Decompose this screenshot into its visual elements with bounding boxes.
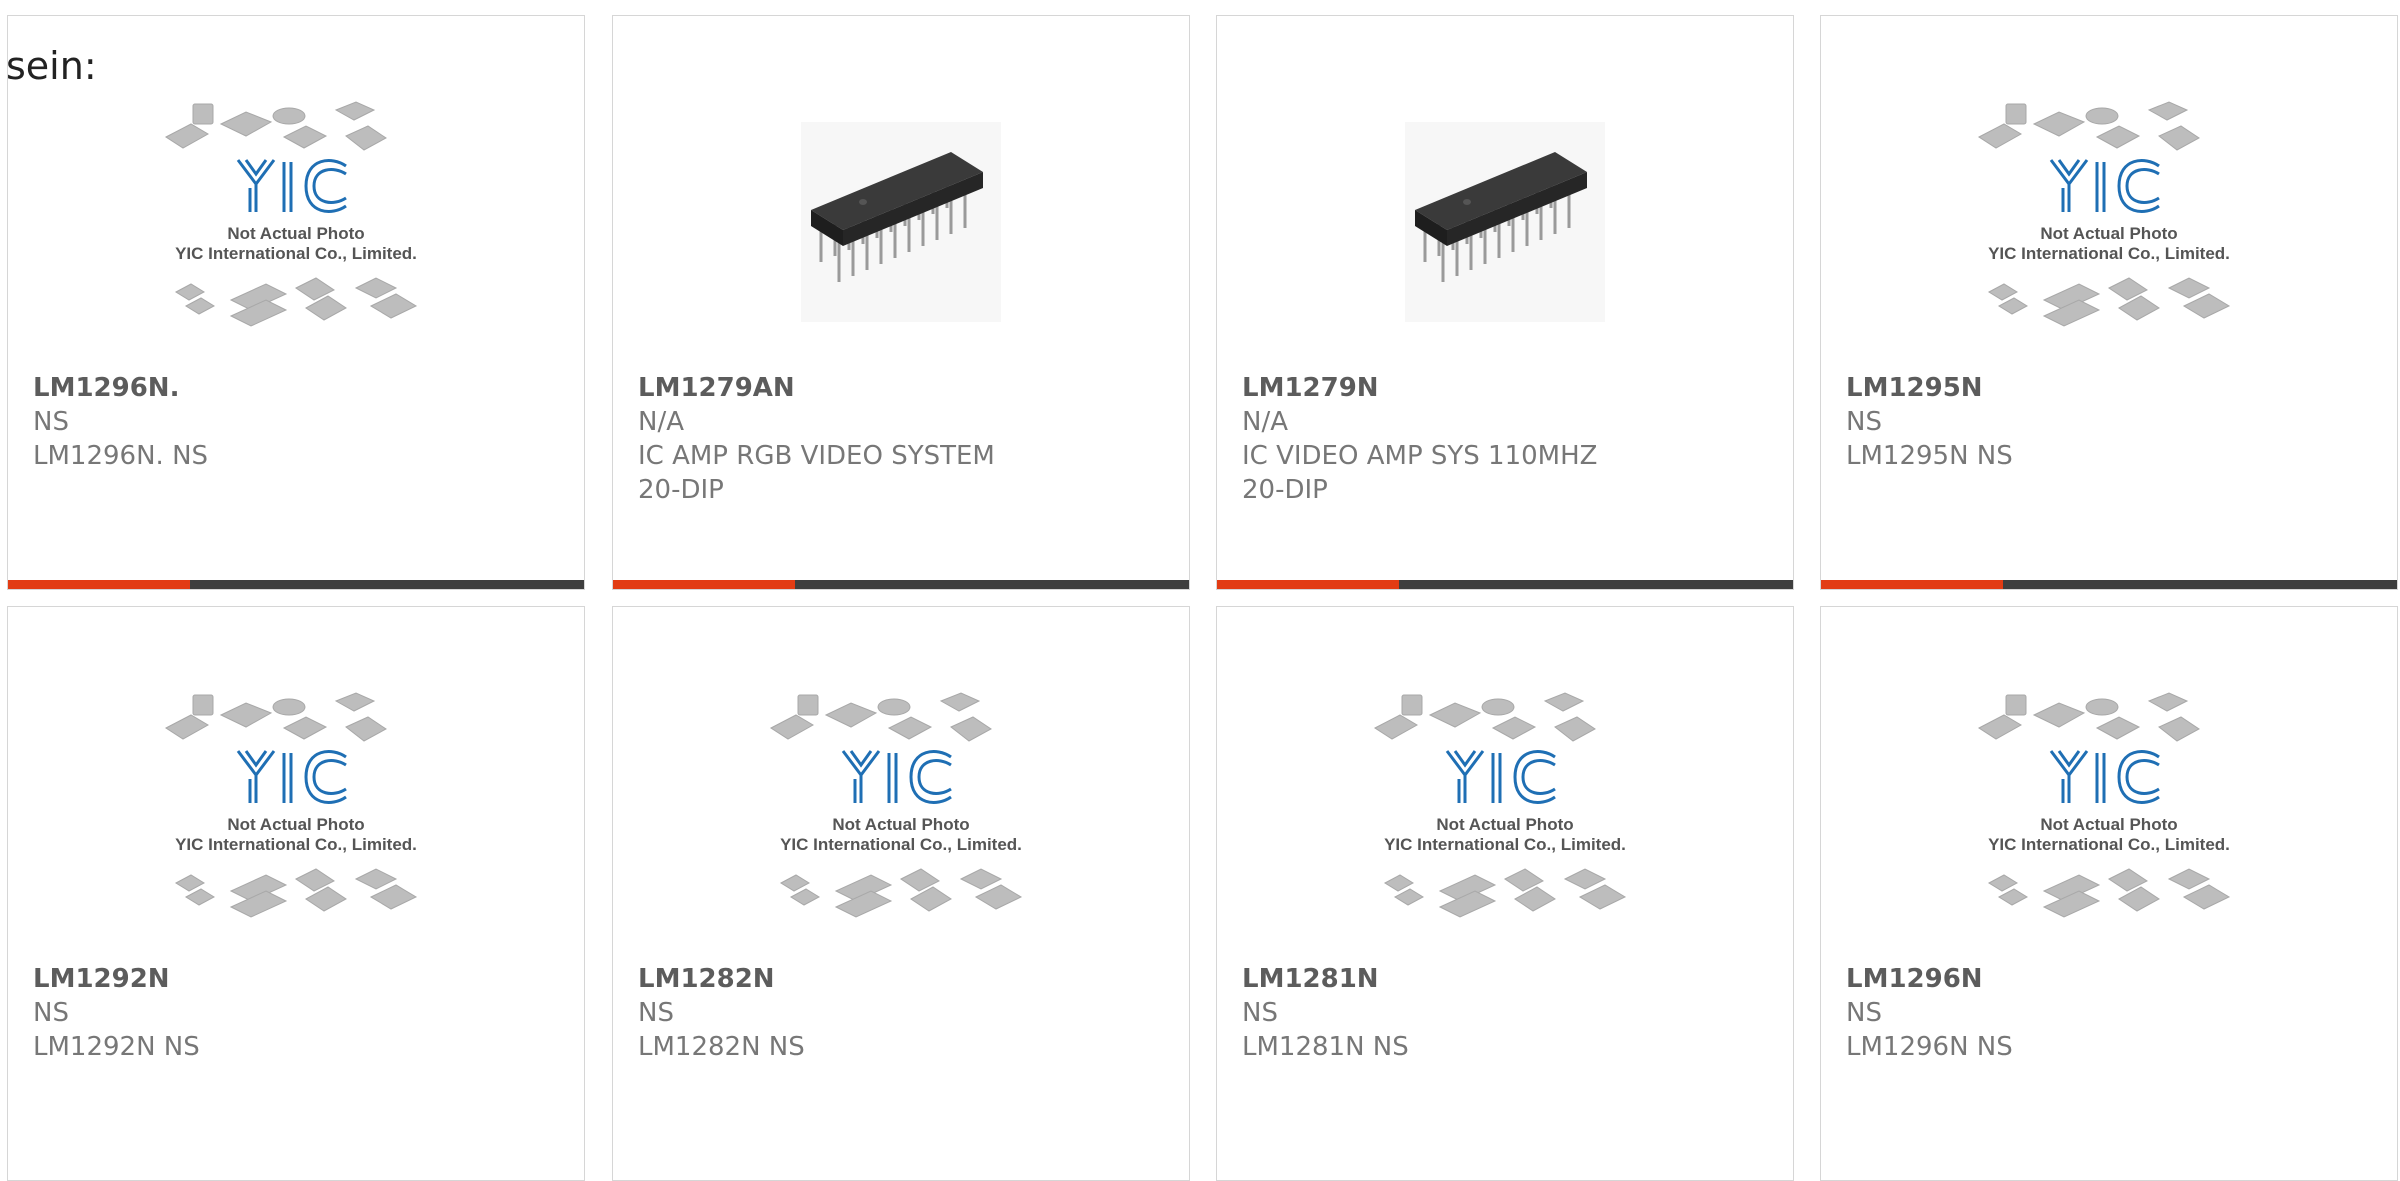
product-image-wrap[interactable]: Not Actual Photo YIC International Co., … [613, 673, 1189, 953]
product-image-wrap[interactable]: Not Actual Photo YIC International Co., … [8, 82, 584, 362]
card-footer-accent [8, 580, 190, 589]
card-footer-accent [1821, 580, 2003, 589]
card-footer-accent [1217, 580, 1399, 589]
product-part-number[interactable]: LM1279AN [638, 371, 1039, 405]
product-info: LM1296N NS LM1296N NS [1846, 962, 2247, 1064]
product-image-wrap[interactable] [613, 82, 1189, 362]
product-info: LM1281N NS LM1281N NS [1242, 962, 1643, 1064]
product-manufacturer: NS [638, 998, 674, 1028]
dip-chip-image [1405, 122, 1605, 322]
placeholder-product-image: Not Actual Photo YIC International Co., … [1978, 692, 2231, 918]
product-card[interactable]: Not Actual Photo YIC International Co., … [1820, 606, 2398, 1181]
product-part-number[interactable]: LM1282N [638, 962, 1039, 996]
card-footer-bar [1217, 580, 1793, 589]
product-info: LM1292N NS LM1292N NS [33, 962, 434, 1064]
product-manufacturer: NS [1846, 998, 1882, 1028]
product-card[interactable]: Not Actual Photo YIC International Co., … [7, 15, 585, 590]
placeholder-caption-2: YIC International Co., Limited. [1988, 244, 2230, 263]
placeholder-caption-1: Not Actual Photo [2040, 224, 2177, 243]
product-description: LM1292N NS [33, 1032, 200, 1062]
placeholder-product-image: Not Actual Photo YIC International Co., … [165, 692, 418, 918]
product-info: LM1295N NS LM1295N NS [1846, 371, 2247, 473]
product-part-number[interactable]: LM1281N [1242, 962, 1643, 996]
placeholder-caption-2: YIC International Co., Limited. [1384, 835, 1626, 854]
placeholder-product-image: Not Actual Photo YIC International Co., … [770, 692, 1023, 918]
product-description: LM1281N NS [1242, 1032, 1409, 1062]
product-part-number[interactable]: LM1295N [1846, 371, 2247, 405]
section-intro-text: sein: [6, 44, 97, 88]
product-info: LM1296N. NS LM1296N. NS [33, 371, 434, 473]
placeholder-caption-1: Not Actual Photo [1436, 815, 1573, 834]
product-image-wrap[interactable] [1217, 82, 1793, 362]
product-image-wrap[interactable]: Not Actual Photo YIC International Co., … [1217, 673, 1793, 953]
placeholder-caption-2: YIC International Co., Limited. [780, 835, 1022, 854]
placeholder-caption-1: Not Actual Photo [227, 224, 364, 243]
placeholder-caption-1: Not Actual Photo [2040, 815, 2177, 834]
product-card[interactable]: Not Actual Photo YIC International Co., … [1820, 15, 2398, 590]
product-part-number[interactable]: LM1279N [1242, 371, 1643, 405]
product-manufacturer: NS [1846, 407, 1882, 437]
product-card[interactable]: Not Actual Photo YIC International Co., … [1216, 606, 1794, 1181]
product-info: LM1282N NS LM1282N NS [638, 962, 1039, 1064]
card-footer-bar [613, 580, 1189, 589]
product-info: LM1279AN N/A IC AMP RGB VIDEO SYSTEM 20-DI… [638, 371, 1039, 507]
product-manufacturer: NS [33, 998, 69, 1028]
product-grid: Not Actual Photo YIC International Co., … [0, 0, 2400, 1181]
product-image-wrap[interactable]: Not Actual Photo YIC International Co., … [8, 673, 584, 953]
placeholder-caption-2: YIC International Co., Limited. [1988, 835, 2230, 854]
product-description: LM1296N. NS [33, 441, 209, 471]
placeholder-caption-2: YIC International Co., Limited. [175, 835, 417, 854]
product-description: LM1282N NS [638, 1032, 805, 1062]
product-card[interactable]: LM1279AN N/A IC AMP RGB VIDEO SYSTEM 20-DI… [612, 15, 1190, 590]
product-part-number[interactable]: LM1296N. [33, 371, 434, 405]
placeholder-product-image: Not Actual Photo YIC International Co., … [1978, 101, 2231, 327]
product-description: IC AMP RGB VIDEO SYSTEM 20-DIP [638, 441, 995, 505]
product-info: LM1279N N/A IC VIDEO AMP SYS 110MHZ 20-DIP [1242, 371, 1643, 507]
product-image-wrap[interactable]: Not Actual Photo YIC International Co., … [1821, 82, 2397, 362]
placeholder-product-image: Not Actual Photo YIC International Co., … [165, 101, 418, 327]
product-part-number[interactable]: LM1296N [1846, 962, 2247, 996]
card-footer-bar [1821, 580, 2397, 589]
product-card[interactable]: Not Actual Photo YIC International Co., … [612, 606, 1190, 1181]
product-manufacturer: N/A [638, 407, 684, 437]
placeholder-caption-1: Not Actual Photo [227, 815, 364, 834]
product-manufacturer: NS [1242, 998, 1278, 1028]
placeholder-caption-2: YIC International Co., Limited. [175, 244, 417, 263]
product-description: LM1296N NS [1846, 1032, 2013, 1062]
product-description: LM1295N NS [1846, 441, 2013, 471]
card-footer-accent [613, 580, 795, 589]
product-image-wrap[interactable]: Not Actual Photo YIC International Co., … [1821, 673, 2397, 953]
product-manufacturer: N/A [1242, 407, 1288, 437]
dip-chip-image [801, 122, 1001, 322]
product-card[interactable]: Not Actual Photo YIC International Co., … [7, 606, 585, 1181]
product-description: IC VIDEO AMP SYS 110MHZ 20-DIP [1242, 441, 1598, 505]
product-card[interactable]: LM1279N N/A IC VIDEO AMP SYS 110MHZ 20-DIP [1216, 15, 1794, 590]
card-footer-bar [8, 580, 584, 589]
product-manufacturer: NS [33, 407, 69, 437]
placeholder-product-image: Not Actual Photo YIC International Co., … [1374, 692, 1627, 918]
placeholder-caption-1: Not Actual Photo [832, 815, 969, 834]
product-part-number[interactable]: LM1292N [33, 962, 434, 996]
